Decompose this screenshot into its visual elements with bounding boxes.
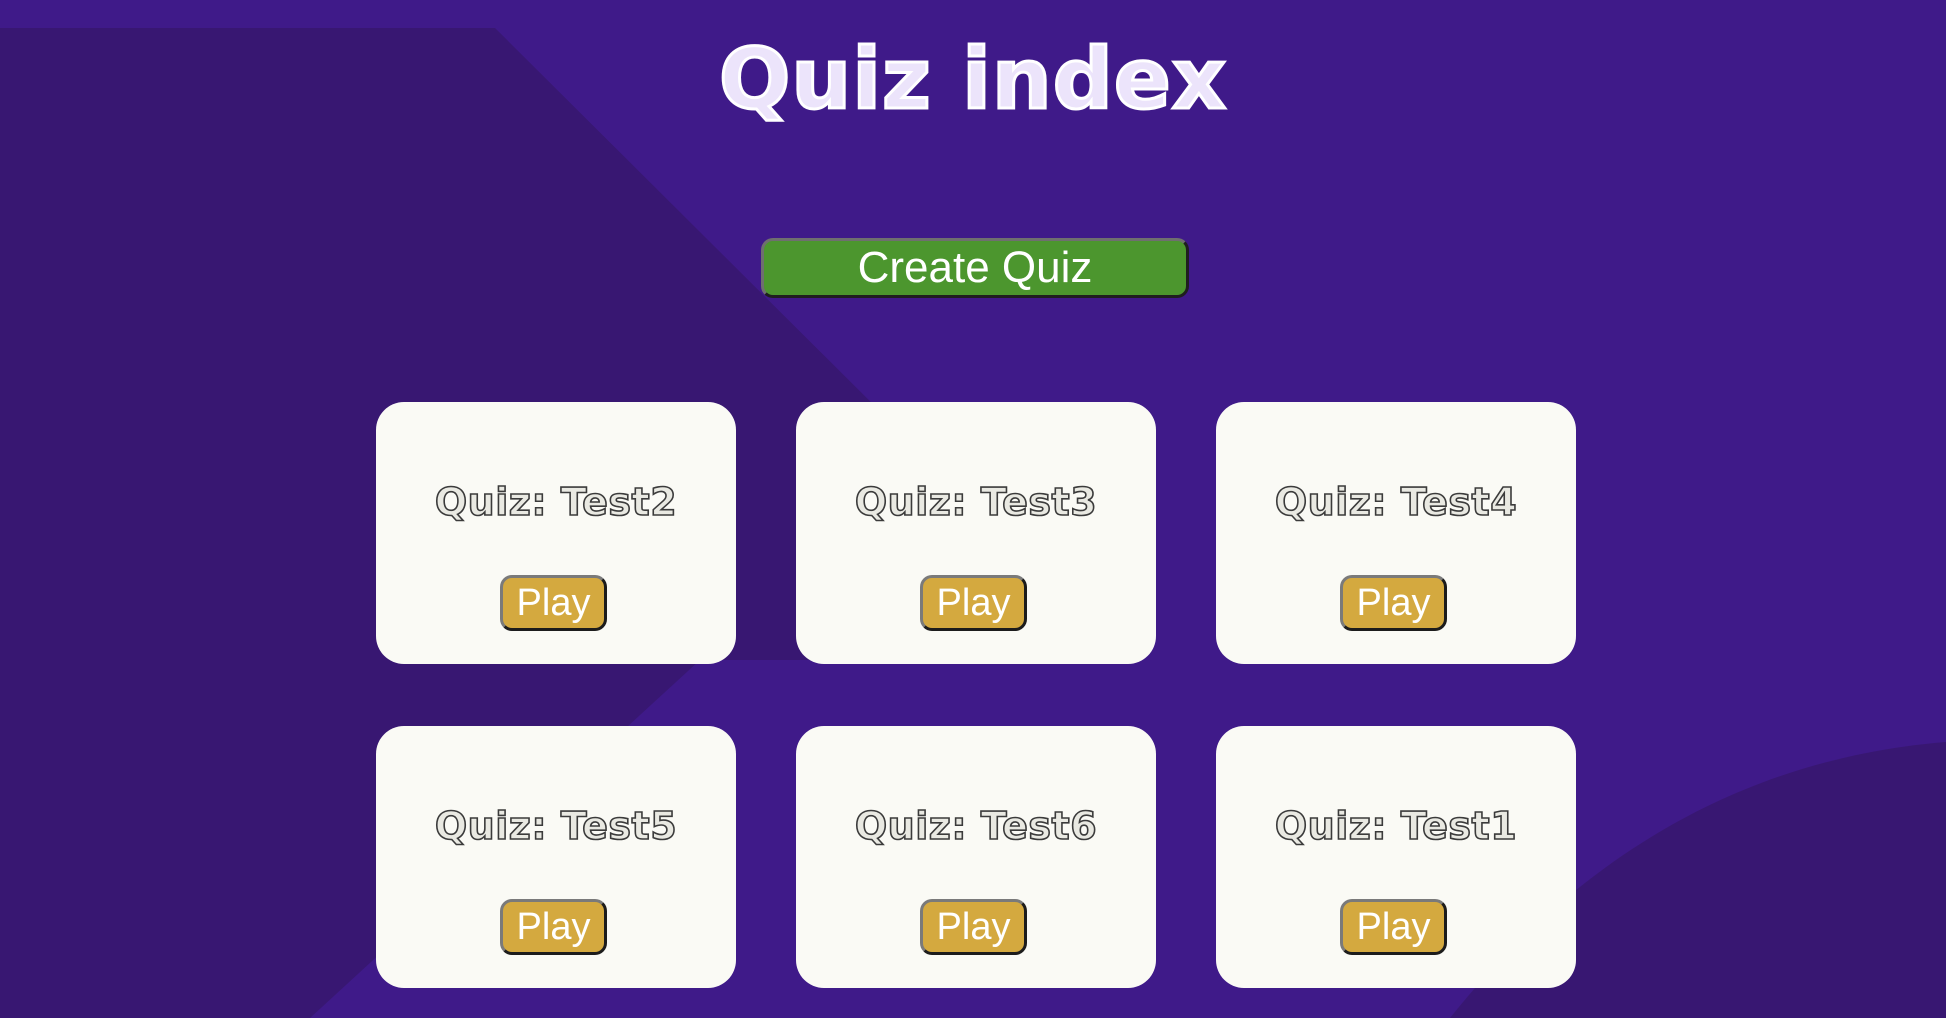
- quiz-card: Quiz: Test5 Play: [376, 726, 736, 988]
- quiz-title: Quiz: Test3: [854, 479, 1098, 525]
- quiz-title: Quiz: Test2: [434, 479, 678, 525]
- quiz-card: Quiz: Test1 Play: [1216, 726, 1576, 988]
- quiz-title: Quiz: Test1: [1274, 803, 1518, 849]
- quiz-title: Quiz: Test6: [854, 803, 1098, 849]
- page-title: Quiz index: [717, 29, 1227, 130]
- quiz-card: Quiz: Test2 Play: [376, 402, 736, 664]
- play-button[interactable]: Play: [500, 899, 607, 955]
- quiz-card: Quiz: Test3 Play: [796, 402, 1156, 664]
- play-button[interactable]: Play: [1340, 575, 1447, 631]
- quiz-title: Quiz: Test5: [434, 803, 678, 849]
- quiz-grid: Quiz: Test2 Play Quiz: Test3 Play Quiz: …: [376, 402, 1576, 988]
- play-button[interactable]: Play: [920, 575, 1027, 631]
- quiz-card: Quiz: Test6 Play: [796, 726, 1156, 988]
- create-quiz-button[interactable]: Create Quiz: [761, 238, 1189, 298]
- quiz-title: Quiz: Test4: [1274, 479, 1518, 525]
- play-button[interactable]: Play: [500, 575, 607, 631]
- play-button[interactable]: Play: [1340, 899, 1447, 955]
- play-button[interactable]: Play: [920, 899, 1027, 955]
- quiz-card: Quiz: Test4 Play: [1216, 402, 1576, 664]
